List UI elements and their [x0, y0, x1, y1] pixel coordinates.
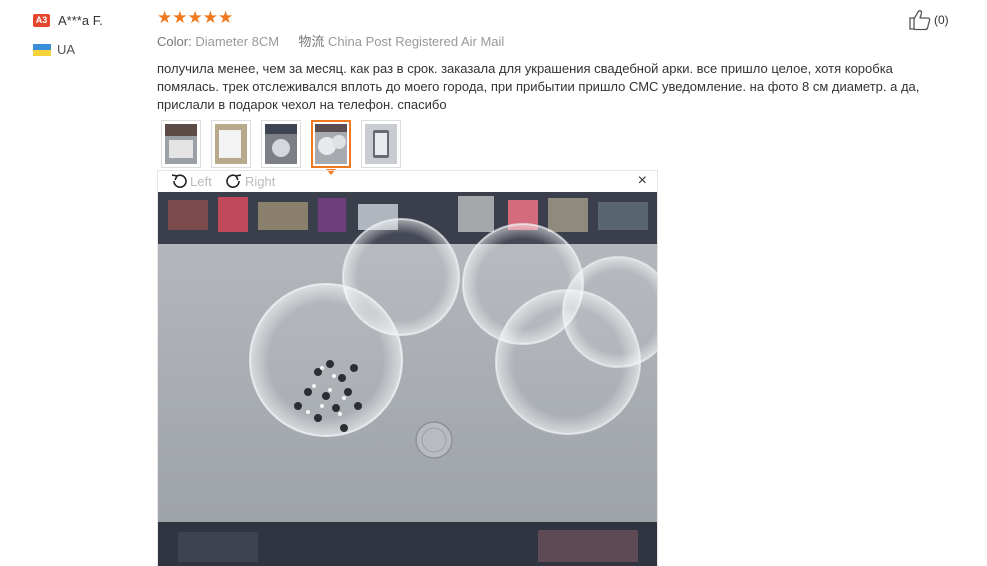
rotate-left-label: Left — [190, 173, 212, 189]
photo-thumbnail[interactable] — [261, 120, 301, 168]
order-meta: Color: Diameter 8CM 物流 China Post Regist… — [157, 34, 947, 50]
rotate-left-button[interactable]: Left — [170, 172, 212, 190]
country-row: UA — [33, 42, 143, 57]
photo-thumbnails — [161, 120, 411, 175]
reviewer-name: A***a F. — [58, 12, 103, 28]
rotate-right-label: Right — [245, 173, 276, 189]
star-icon: ★ — [172, 8, 188, 27]
rotate-right-button[interactable]: Right — [225, 172, 275, 190]
shipping-key: 物流 — [298, 34, 325, 49]
star-icon: ★ — [218, 8, 234, 27]
star-icon: ★ — [187, 8, 203, 27]
viewer-toolbar: Left Right × — [158, 171, 657, 191]
rotate-left-icon — [171, 174, 187, 188]
photo-thumbnail[interactable] — [211, 120, 251, 168]
reviewer-info: A3 A***a F. UA — [33, 12, 143, 57]
review-text: получила менее, чем за месяц. как раз в … — [157, 61, 920, 112]
photo-viewer: Left Right × — [157, 170, 658, 566]
close-viewer-button[interactable]: × — [638, 172, 647, 190]
photo-thumbnail[interactable] — [361, 120, 401, 168]
level-badge: A3 — [33, 13, 50, 27]
ukraine-flag-icon — [33, 43, 51, 56]
shipping-value: China Post Registered Air Mail — [328, 34, 505, 49]
color-key: Color: — [157, 34, 192, 49]
photo-thumbnail[interactable] — [161, 120, 201, 168]
review-photo-image — [158, 192, 657, 566]
star-icon: ★ — [202, 8, 218, 27]
star-rating: ★ ★ ★ ★ ★ — [157, 9, 947, 27]
photo-thumbnail-active[interactable] — [311, 120, 351, 175]
color-value: Diameter 8CM — [195, 34, 280, 49]
star-icon: ★ — [157, 8, 173, 27]
reviewer-row: A3 A***a F. — [33, 12, 143, 28]
review-body: ★ ★ ★ ★ ★ Color: Diameter 8CM 物流 China P… — [157, 9, 947, 114]
review-photo — [158, 192, 657, 566]
country-code: UA — [57, 42, 76, 57]
rotate-right-icon — [226, 174, 242, 188]
